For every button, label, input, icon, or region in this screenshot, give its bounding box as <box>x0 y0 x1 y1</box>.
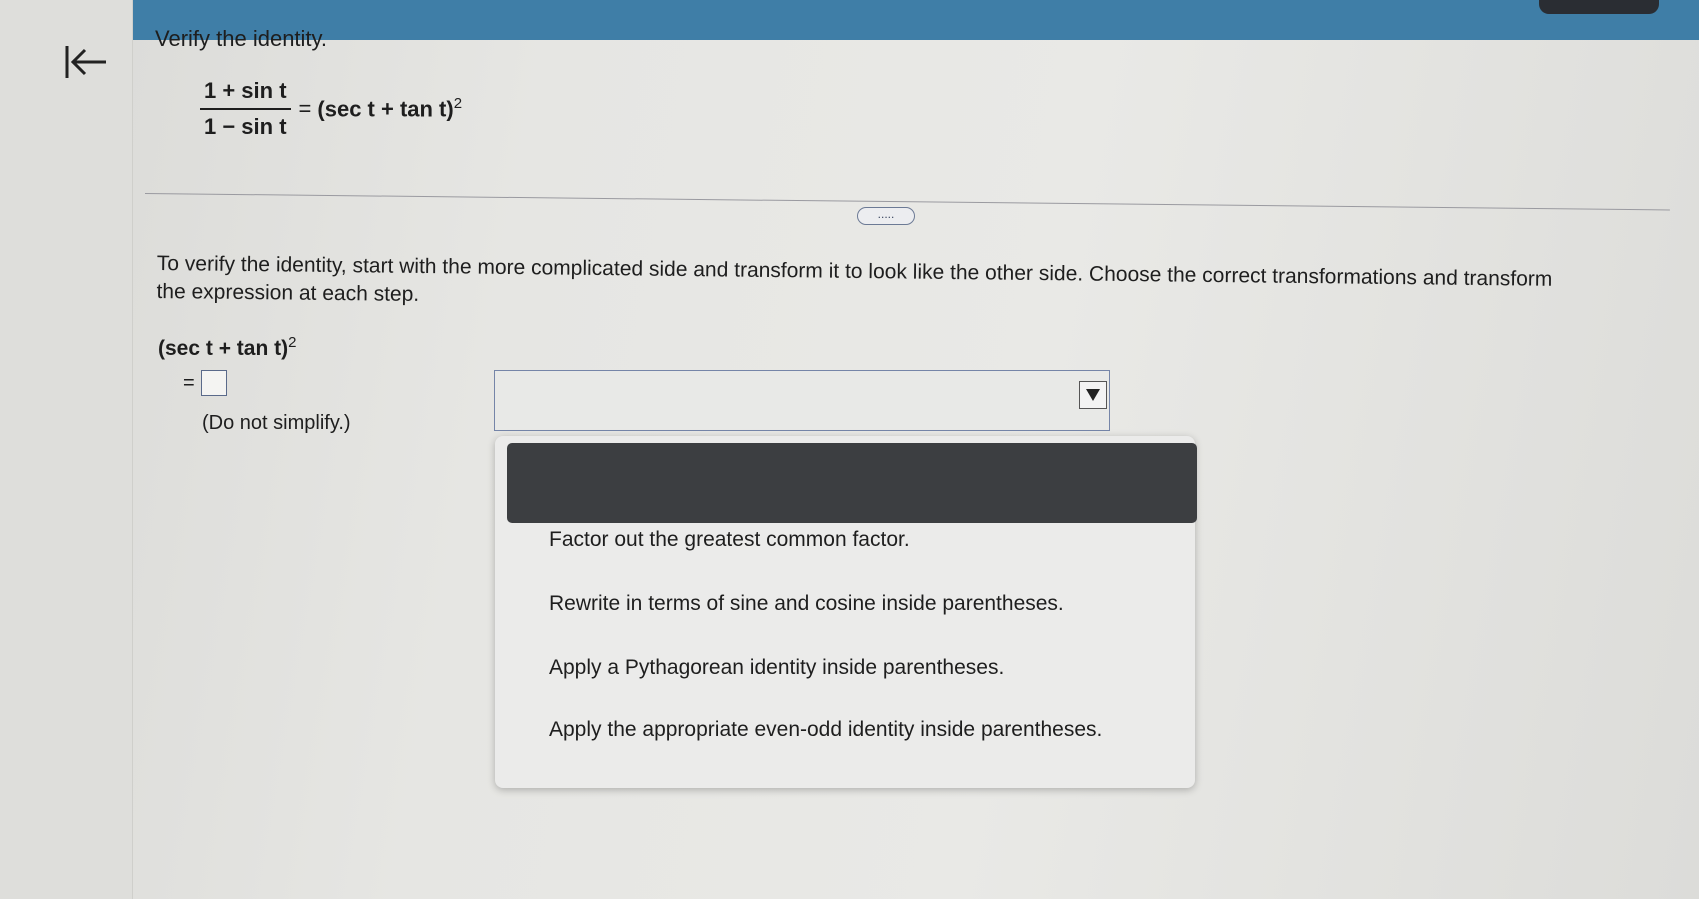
menu-option[interactable]: Apply a Pythagorean identity inside pare… <box>549 656 1004 680</box>
back-to-start-icon[interactable] <box>64 42 110 82</box>
dropdown-menu: Factor out the greatest common factor. R… <box>495 436 1197 788</box>
identity-equation: 1 + sin t 1 − sin t = (sec t + tan t)2 <box>200 78 462 140</box>
answer-equals: = <box>183 371 195 394</box>
menu-option[interactable]: Rewrite in terms of sine and cosine insi… <box>549 592 1064 616</box>
transformation-select[interactable] <box>494 370 1110 431</box>
top-bar-button[interactable] <box>1539 0 1659 14</box>
identity-fraction: 1 + sin t 1 − sin t <box>200 78 291 140</box>
identity-rhs-base: (sec t + tan t) <box>317 96 454 122</box>
left-sidebar <box>0 0 133 899</box>
identity-rhs: (sec t + tan t)2 <box>317 95 462 122</box>
answer-row: = <box>183 370 227 396</box>
identity-rhs-exponent: 2 <box>453 95 463 113</box>
work-expression-base: (sec t + tan t) <box>158 337 289 360</box>
page-title: Verify the identity. <box>155 26 328 51</box>
menu-option[interactable]: Factor out the greatest common factor. <box>549 528 910 552</box>
equals-sign: = <box>298 96 312 121</box>
work-expression-exponent: 2 <box>288 334 297 351</box>
more-button[interactable]: ..... <box>857 207 915 225</box>
menu-option[interactable]: Apply the appropriate even-odd identity … <box>549 718 1102 742</box>
dropdown-arrow-icon[interactable] <box>1079 381 1107 409</box>
work-expression: (sec t + tan t)2 <box>158 334 296 361</box>
top-bar <box>120 0 1699 40</box>
fraction-numerator: 1 + sin t <box>200 78 291 110</box>
hint-text: (Do not simplify.) <box>202 412 351 434</box>
answer-input[interactable] <box>200 370 227 396</box>
menu-header <box>507 443 1197 523</box>
fraction-denominator: 1 − sin t <box>204 114 287 139</box>
instructions-text: To verify the identity, start with the m… <box>156 251 1553 306</box>
